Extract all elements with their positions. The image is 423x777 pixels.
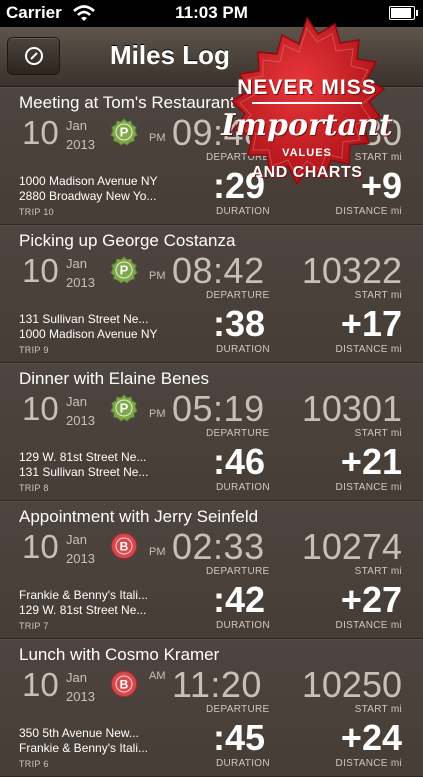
trip-duration: :42 <box>213 579 266 620</box>
trip-row[interactable]: Lunch with Cosmo Kramer 10 Jan 2013 B AM… <box>0 639 423 777</box>
trip-title: Appointment with Jerry Seinfeld <box>19 507 259 526</box>
trip-day: 10 <box>22 114 59 151</box>
trip-day: 10 <box>22 390 59 427</box>
trip-ampm: AM <box>149 670 166 682</box>
departure-label: DEPARTURE <box>206 290 270 301</box>
page-title: Miles Log <box>110 40 230 70</box>
trip-year: 2013 <box>66 275 95 290</box>
personal-badge-icon: P <box>110 256 138 284</box>
trip-month: Jan <box>66 118 87 133</box>
promo-line-2: Important <box>221 108 393 143</box>
start-label: START mi <box>354 704 402 715</box>
promo-divider <box>252 102 362 104</box>
trip-ampm: PM <box>149 546 166 558</box>
svg-text:P: P <box>120 401 129 416</box>
trip-title: Picking up George Costanza <box>19 231 236 250</box>
promo-line-4: AND CHARTS <box>251 164 363 181</box>
trip-day: 10 <box>22 252 59 289</box>
departure-label: DEPARTURE <box>206 566 270 577</box>
start-label: START mi <box>354 290 402 301</box>
trip-from: 131 Sullivan Street Ne... <box>19 312 149 326</box>
departure-time: 02:33 <box>172 526 265 567</box>
trip-ampm: PM <box>149 132 166 144</box>
trip-number: TRIP 7 <box>19 621 49 631</box>
trip-distance: +27 <box>340 579 402 620</box>
trip-distance: +21 <box>340 441 402 482</box>
trip-from: Frankie & Benny's Itali... <box>19 588 149 602</box>
distance-label: DISTANCE mi <box>335 758 402 769</box>
start-odometer: 10301 <box>301 388 402 429</box>
trip-number: TRIP 8 <box>19 483 49 493</box>
departure-time: 08:42 <box>172 250 265 291</box>
trip-row[interactable]: Dinner with Elaine Benes 10 Jan 2013 P P… <box>0 363 423 501</box>
duration-label: DURATION <box>216 758 270 769</box>
trip-number: TRIP 9 <box>19 345 49 355</box>
start-label: START mi <box>354 428 402 439</box>
trip-month: Jan <box>66 256 87 271</box>
svg-text:P: P <box>120 125 129 140</box>
trip-day: 10 <box>22 528 59 565</box>
trip-year: 2013 <box>66 551 95 566</box>
departure-time: 11:20 <box>172 664 262 705</box>
promo-line-3: VALUES <box>282 147 332 159</box>
start-odometer: 10322 <box>301 250 402 291</box>
trip-duration: :38 <box>213 303 266 344</box>
trip-duration: :45 <box>213 717 266 758</box>
duration-label: DURATION <box>216 482 270 493</box>
distance-label: DISTANCE mi <box>335 620 402 631</box>
trip-year: 2013 <box>66 689 95 704</box>
start-odometer: 10250 <box>301 664 402 705</box>
trip-title: Lunch with Cosmo Kramer <box>19 645 220 664</box>
trip-to: 2880 Broadway New Yo... <box>19 189 157 203</box>
trip-from: 350 5th Avenue New... <box>19 726 139 740</box>
trip-distance: +24 <box>340 717 402 758</box>
business-badge-icon: B <box>111 671 137 697</box>
business-badge-icon: B <box>111 533 137 559</box>
trip-from: 1000 Madison Avenue NY <box>19 174 158 188</box>
trip-from: 129 W. 81st Street Ne... <box>19 450 147 464</box>
trip-title: Dinner with Elaine Benes <box>19 369 209 388</box>
trip-to: Frankie & Benny's Itali... <box>19 741 149 755</box>
trip-to: 129 W. 81st Street Ne... <box>19 603 147 617</box>
trip-ampm: PM <box>149 408 166 420</box>
trip-number: TRIP 6 <box>19 759 49 769</box>
trip-row[interactable]: Picking up George Costanza 10 Jan 2013 P… <box>0 225 423 363</box>
trip-duration: :46 <box>213 441 266 482</box>
distance-label: DISTANCE mi <box>335 344 402 355</box>
trip-to: 1000 Madison Avenue NY <box>19 327 158 341</box>
personal-badge-icon: P <box>110 394 138 422</box>
distance-label: DISTANCE mi <box>335 482 402 493</box>
svg-text:P: P <box>120 263 129 278</box>
departure-label: DEPARTURE <box>206 704 270 715</box>
duration-label: DURATION <box>216 620 270 631</box>
svg-text:B: B <box>120 678 129 692</box>
trip-month: Jan <box>66 532 87 547</box>
trip-row[interactable]: Appointment with Jerry Seinfeld 10 Jan 2… <box>0 501 423 639</box>
trip-year: 2013 <box>66 137 95 152</box>
trip-month: Jan <box>66 394 87 409</box>
start-label: START mi <box>354 566 402 577</box>
start-odometer: 10274 <box>301 526 402 567</box>
departure-time: 05:19 <box>172 388 265 429</box>
svg-text:B: B <box>120 540 129 554</box>
personal-badge-icon: P <box>110 118 138 146</box>
trip-number: TRIP 10 <box>19 207 54 217</box>
promo-line-1: NEVER MISS <box>237 76 377 99</box>
trip-ampm: PM <box>149 270 166 282</box>
trip-day: 10 <box>22 666 59 703</box>
departure-label: DEPARTURE <box>206 428 270 439</box>
trip-title: Meeting at Tom's Restaurant <box>19 93 235 112</box>
promo-seal: NEVER MISS Important VALUES AND CHARTS <box>214 14 400 214</box>
gauge-button[interactable] <box>7 37 60 75</box>
trip-year: 2013 <box>66 413 95 428</box>
duration-label: DURATION <box>216 344 270 355</box>
trip-to: 131 Sullivan Street Ne... <box>19 465 149 479</box>
trip-distance: +17 <box>340 303 402 344</box>
gauge-icon <box>25 47 43 65</box>
trip-month: Jan <box>66 670 87 685</box>
